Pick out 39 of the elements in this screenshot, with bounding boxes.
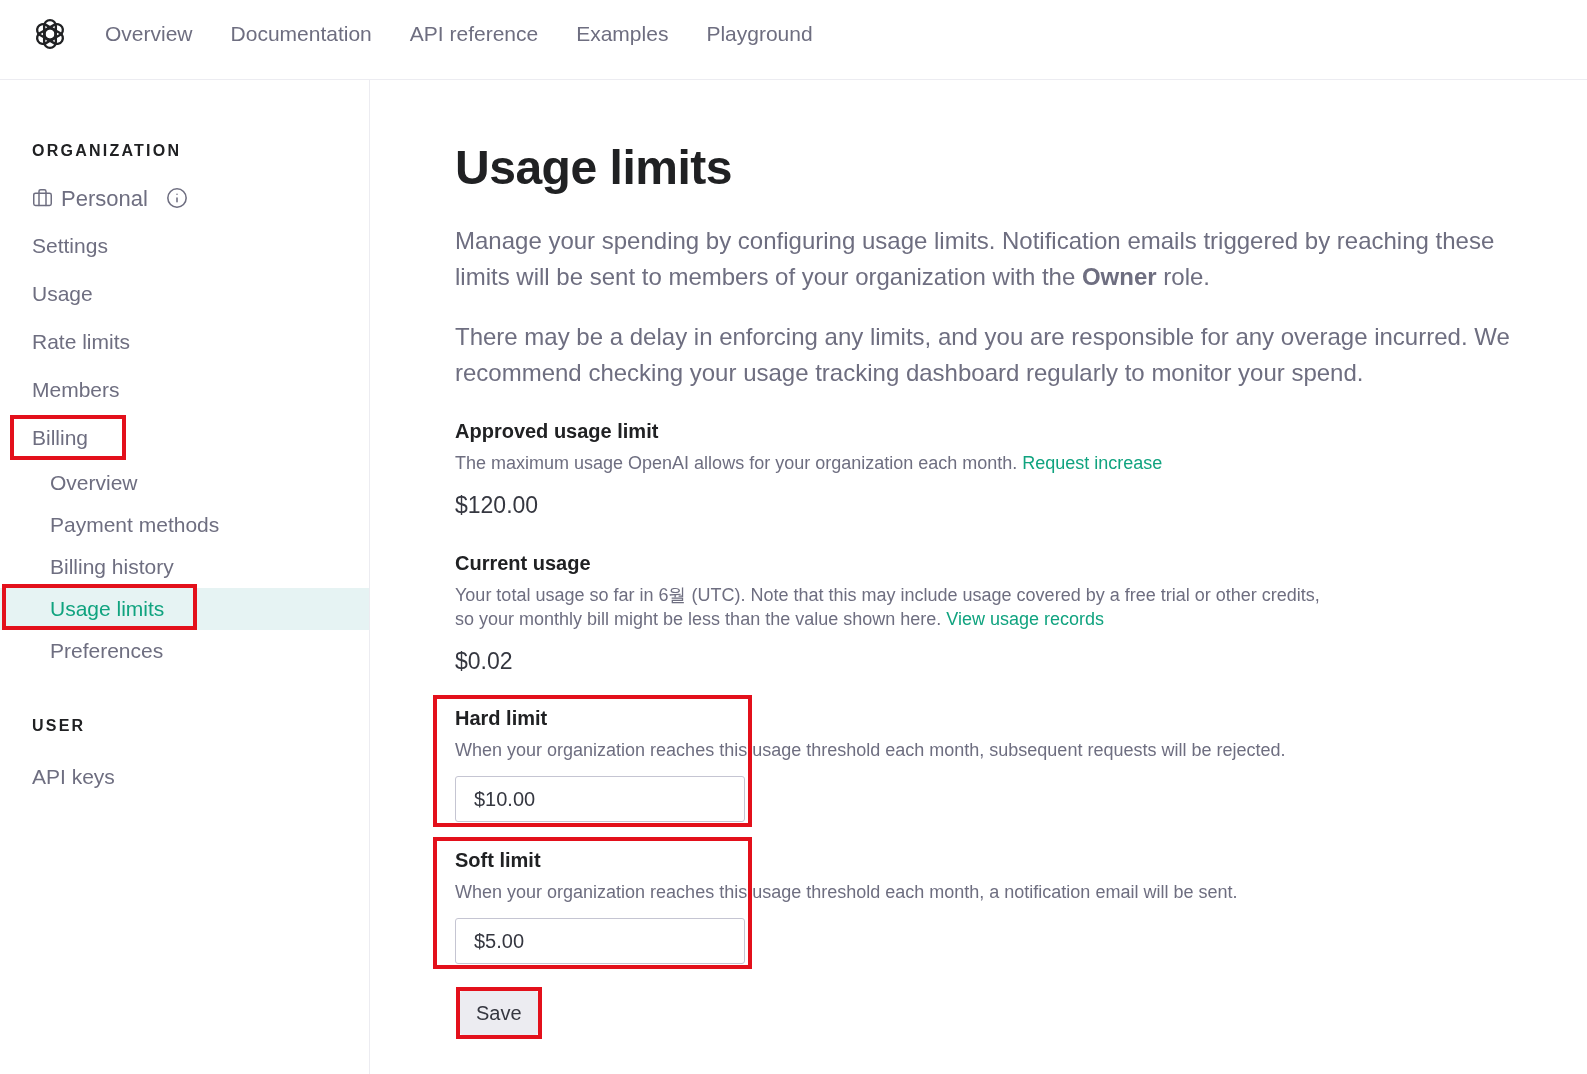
sidebar-heading: USER	[31, 716, 87, 736]
amount-value: $120.00	[455, 491, 540, 520]
page-title: Usage limits	[455, 140, 733, 196]
amount-input[interactable]: $10.00	[455, 776, 745, 822]
sidebar-item[interactable]: API keys	[0, 753, 369, 801]
sidebar-item[interactable]: Billing history	[0, 546, 369, 588]
sidebar-item[interactable]: Payment methods	[0, 504, 369, 546]
nav-link[interactable]: Documentation	[230, 18, 372, 50]
nav-link[interactable]: Examples	[576, 18, 669, 50]
sidebar-item[interactable]: Settings	[0, 222, 369, 270]
organization-item[interactable]: Personal	[32, 181, 148, 215]
briefcase-icon	[32, 187, 53, 209]
section-link[interactable]: Request increase	[1022, 453, 1163, 473]
sidebar-heading: ORGANIZATION	[31, 141, 183, 161]
amount-input[interactable]: $5.00	[455, 918, 745, 964]
sidebar-item[interactable]: Usage limits	[0, 588, 369, 630]
info-icon[interactable]	[165, 187, 188, 209]
section-heading: Hard limit	[455, 706, 549, 731]
sidebar-item[interactable]: Members	[0, 366, 369, 414]
section-heading: Approved usage limit	[455, 419, 660, 444]
nav-link[interactable]: Overview	[105, 18, 193, 50]
nav-link[interactable]: API reference	[409, 18, 539, 50]
intro-paragraph: Manage your spending by configuring usage limits. Notification emails triggered by reaching these limits will be sent to members of your organization with the Owner role.	[455, 226, 1496, 292]
section-heading: Soft limit	[455, 848, 542, 873]
save-button[interactable]: Save	[460, 991, 538, 1035]
sidebar-item[interactable]: Overview	[0, 462, 369, 504]
section-description: Your total usage so far in 6월 (UTC). Note that this may include usage covered by a free trial or other credits, so your monthly bill might be less than the value shown here. View usage records	[455, 584, 1321, 631]
sidebar-item[interactable]: Usage	[0, 270, 369, 318]
sidebar-item[interactable]: Preferences	[0, 630, 369, 672]
nav-link[interactable]: Playground	[706, 18, 813, 50]
intro-paragraph: There may be a delay in enforcing any limits, and you are responsible for any overage incurred. We recommend checking your usage tracking dashboard regularly to monitor your spend.	[455, 322, 1511, 388]
sidebar-item[interactable]: Billing	[0, 414, 369, 462]
section-description: When your organization reaches this usage threshold each month, subsequent requests will be rejected.	[455, 739, 1287, 762]
sidebar-item[interactable]: Rate limits	[0, 318, 369, 366]
section-heading: Current usage	[455, 551, 592, 576]
section-link[interactable]: View usage records	[946, 609, 1105, 629]
section-description: When your organization reaches this usage threshold each month, a notification email will be sent.	[455, 881, 1239, 904]
amount-value: $0.02	[455, 647, 514, 676]
section-description: The maximum usage OpenAI allows for your organization each month. Request increase	[455, 452, 1164, 475]
